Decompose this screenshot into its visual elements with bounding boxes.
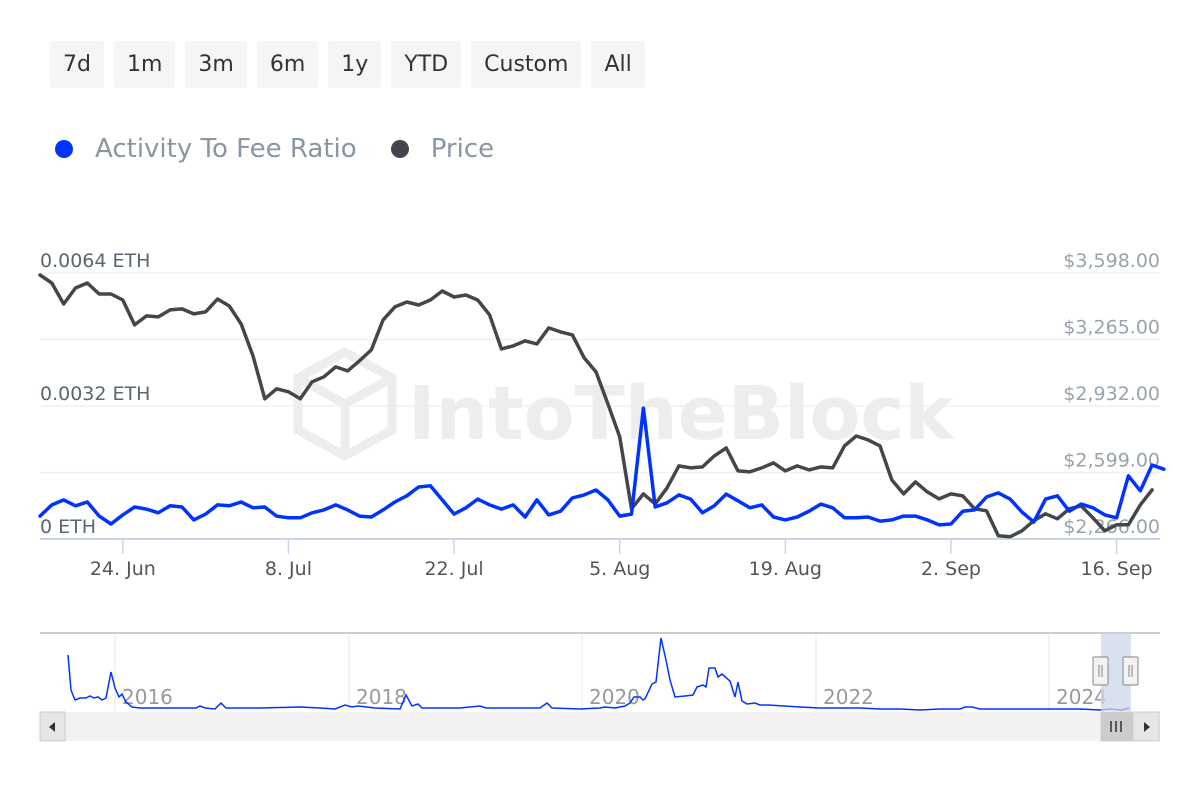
watermark-logo-icon [293, 346, 397, 462]
y-right-tick-label: $3,598.00 [1063, 250, 1160, 272]
scrollbar-left-button[interactable] [39, 711, 66, 742]
y-right-tick-label: $2,599.00 [1063, 450, 1160, 472]
navigator-grid: 2016 2018 2020 2022 2024 [114, 634, 1107, 711]
navigator-tick-label: 2018 [356, 685, 407, 709]
navigator-handle-right[interactable] [1122, 656, 1139, 686]
x-tick-label: 22. Jul [424, 558, 483, 580]
scrollbar-right-button[interactable] [1132, 711, 1160, 742]
y-left-tick-label: 0.0064 ETH [40, 250, 150, 272]
chart-svg: IntoTheBlock 0.0064 ETH 0.0032 ETH 0 ETH $… [38, 250, 1166, 742]
y-right-tick-label: $2,932.00 [1063, 383, 1160, 405]
navigator-tick-label: 2020 [589, 685, 640, 709]
scrollbar-thumb[interactable] [1100, 711, 1133, 742]
x-tick-label: 24. Jun [90, 558, 156, 580]
y-right-tick-label: $3,265.00 [1063, 317, 1160, 339]
scrollbar-track[interactable] [40, 712, 1160, 741]
y-left-tick-label: 0.0032 ETH [40, 383, 150, 405]
x-tick-label: 5. Aug [589, 558, 650, 580]
x-tick-label: 8. Jul [265, 558, 312, 580]
scrollbar[interactable] [39, 711, 1160, 742]
x-tick-label: 2. Sep [921, 558, 981, 580]
x-tick-label: 16. Sep [1081, 558, 1153, 580]
y-left-tick-label: 0 ETH [40, 516, 96, 538]
x-tick-label: 19. Aug [749, 558, 822, 580]
navigator-tick-label: 2024 [1056, 685, 1107, 709]
navigator-handle-left[interactable] [1092, 656, 1109, 686]
navigator-tick-label: 2022 [823, 685, 874, 709]
x-axis-ticks: 24. Jun 8. Jul 22. Jul 5. Aug 19. Aug 2. Sep 1… [90, 539, 1153, 580]
navigator[interactable]: 2016 2018 2020 2022 2024 [40, 632, 1160, 711]
watermark: IntoTheBlock [293, 346, 955, 462]
y-axis-right-labels: $3,598.00$3,265.00$2,932.00$2,599.00$2,2… [1063, 250, 1160, 538]
